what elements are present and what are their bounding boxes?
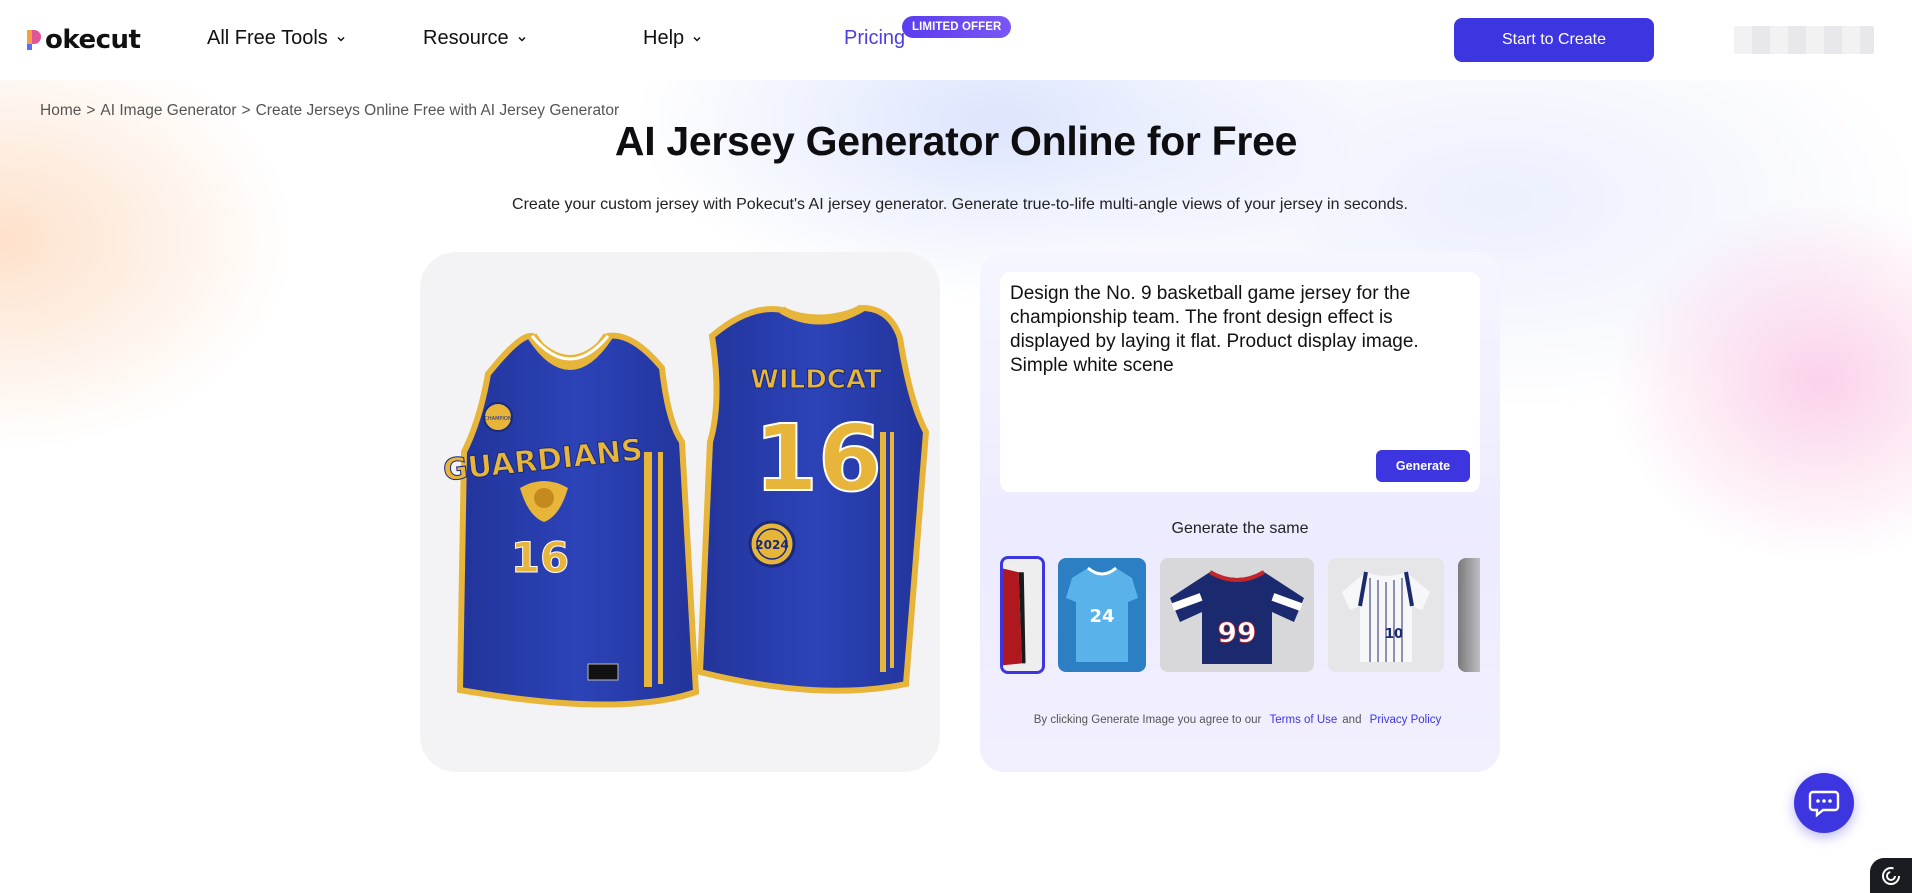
back-jersey: WILDCAT 16 2024 [696,304,930,694]
thumb-number: 10 [1385,627,1403,642]
corner-widget-button[interactable] [1870,858,1912,893]
nav-all-free-tools[interactable]: All Free Tools [207,27,346,50]
spiral-icon [1882,866,1900,885]
patch-text: 2024 [755,538,788,552]
thumb-number: 24 [1089,606,1114,627]
generator-panel: Design the No. 9 basketball game jersey … [980,252,1500,772]
preview-image-card: CHAMPION GUARDIANS 16 WILDCAT 16 2024 [420,252,940,772]
back-number: 16 [754,405,882,512]
chat-bubble-icon [1808,790,1840,818]
chat-support-button[interactable] [1794,773,1854,833]
back-name-text: WILDCAT [750,365,882,395]
nav-help[interactable]: Help [643,27,702,50]
page-title: AI Jersey Generator Online for Free [614,118,1298,164]
thumbnail-blue-jersey-24[interactable]: 24 [1058,558,1146,672]
nav-label: Resource [423,27,509,49]
nav-pricing[interactable]: Pricing [844,27,905,50]
prompt-input[interactable]: Design the No. 9 basketball game jersey … [1010,282,1450,402]
front-number: 16 [511,533,569,582]
gray-jersey-image [1458,558,1480,672]
pokecut-logo[interactable]: okecut [24,24,141,56]
chevron-down-icon [518,36,526,42]
terms-and: and [1342,714,1362,726]
thumbnail-navy-jersey-99[interactable]: 99 [1160,558,1314,672]
chevron-down-icon [337,36,345,42]
user-account-area[interactable] [1734,26,1874,54]
nav-resource[interactable]: Resource [423,27,527,50]
jersey-preview-image: CHAMPION GUARDIANS 16 WILDCAT 16 2024 [441,304,930,708]
generate-the-same-label: Generate the same [1171,520,1309,537]
red-jersey-image [1003,559,1042,671]
logo-icon [27,30,41,50]
privacy-policy-link[interactable]: Privacy Policy [1370,714,1442,726]
nav-label: All Free Tools [207,27,328,49]
top-header: okecut All Free Tools Resource Help Pric… [0,0,1912,80]
terms-notice: By clicking Generate Image you agree to … [980,714,1500,726]
terms-of-use-link[interactable]: Terms of Use [1270,714,1338,726]
nav-label: Help [643,27,685,49]
nav-label: Pricing [844,27,906,49]
pinstripe-jersey-image: 10 [1328,558,1444,672]
limited-offer-badge: LIMITED OFFER [902,16,1012,38]
chevron-down-icon [693,36,701,42]
generate-button[interactable]: Generate [1376,450,1470,482]
thumb-number: 99 [1218,616,1257,649]
terms-prefix: By clicking Generate Image you agree to … [1033,714,1262,726]
thumbnail-red-jersey[interactable] [1000,556,1045,674]
page-subtitle: Create your custom jersey with Pokecut's… [512,196,1408,213]
blue-jersey-image: 24 [1058,558,1146,672]
thumbnail-pinstripe-jersey[interactable]: 10 [1328,558,1444,672]
prompt-box: Design the No. 9 basketball game jersey … [1000,272,1480,492]
front-jersey: CHAMPION GUARDIANS 16 [441,332,700,708]
navy-jersey-image: 99 [1160,558,1314,672]
crest-text: CHAMPION [484,416,511,422]
thumbnail-gray-jersey[interactable] [1458,558,1480,672]
start-to-create-button[interactable]: Start to Create [1454,18,1654,62]
logo-text: okecut [45,25,141,55]
sample-thumbnails: 24 99 10 [1000,554,1480,674]
